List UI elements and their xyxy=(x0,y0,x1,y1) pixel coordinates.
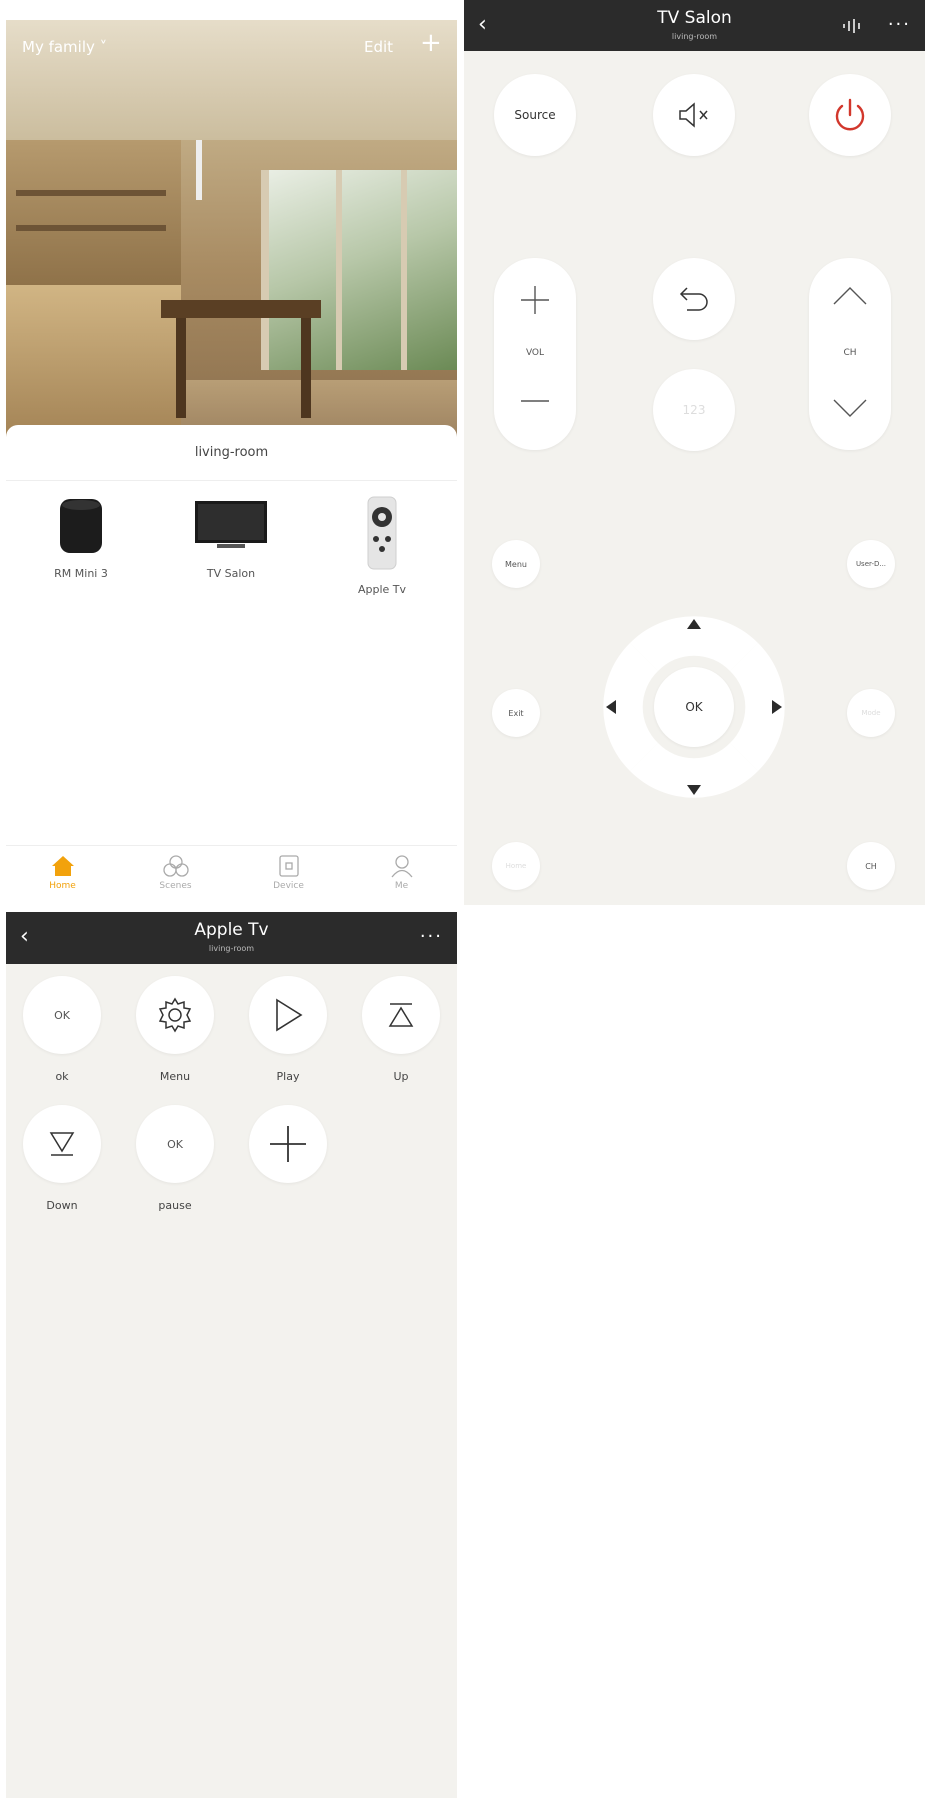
user-defined-button[interactable]: User-D... xyxy=(847,540,895,588)
room-photo xyxy=(6,20,457,437)
number-button[interactable]: 123 xyxy=(653,369,735,451)
tab-scenes[interactable]: Scenes xyxy=(119,854,232,891)
exit-label: Exit xyxy=(508,708,524,718)
vol-label: VOL xyxy=(525,348,545,358)
more-icon[interactable]: ··· xyxy=(888,14,911,35)
device-label: TV Salon xyxy=(206,567,256,580)
rm-mini-hub-icon xyxy=(60,499,102,553)
channel-pill: CH xyxy=(809,258,891,450)
tab-home[interactable]: Home xyxy=(6,854,119,891)
ch-small-label: CH xyxy=(865,861,877,871)
ok-label: OK xyxy=(685,700,703,714)
tab-bar: Home Scenes Device Me xyxy=(6,845,457,910)
ok-button[interactable]: OK xyxy=(654,667,734,747)
person-icon xyxy=(390,855,413,878)
channel-down-icon[interactable] xyxy=(830,396,870,420)
apple-tv-screen: ‹ Apple Tv living-room ··· OK ok Menu Pl… xyxy=(6,912,457,1798)
volume-pill: VOL xyxy=(494,258,576,450)
channel-up-icon[interactable] xyxy=(830,284,870,308)
page-title: Apple Tv xyxy=(194,920,269,940)
nav-bar: ‹ Apple Tv living-room ··· xyxy=(6,912,457,964)
tab-device[interactable]: Device xyxy=(232,854,345,891)
plus-icon xyxy=(270,1126,306,1162)
voice-icon[interactable] xyxy=(841,18,863,34)
key-label: Down xyxy=(46,1199,78,1212)
down-key[interactable] xyxy=(23,1105,101,1183)
scenes-icon xyxy=(162,855,189,877)
tab-label: Device xyxy=(273,881,304,891)
add-button[interactable]: + xyxy=(420,30,442,56)
pause-key[interactable]: OK xyxy=(136,1105,214,1183)
user-label: User-D... xyxy=(855,560,887,568)
ch-small-button[interactable]: CH xyxy=(847,842,895,890)
remote-control-icon xyxy=(367,496,397,570)
device-tv-salon[interactable]: TV Salon xyxy=(166,495,296,580)
play-icon xyxy=(276,998,303,1032)
edit-button[interactable]: Edit xyxy=(364,38,393,56)
number-label: 123 xyxy=(682,403,706,417)
up-key[interactable] xyxy=(362,976,440,1054)
mode-button[interactable]: Mode xyxy=(847,689,895,737)
key-inner-label: OK xyxy=(167,1137,183,1151)
gear-icon xyxy=(158,997,192,1033)
volume-up-icon[interactable] xyxy=(517,282,553,318)
tv-remote-screen: ‹ TV Salon living-room ··· Source VOL 12… xyxy=(464,0,925,905)
mode-label: Mode xyxy=(861,709,881,717)
down-icon xyxy=(49,1132,75,1156)
nav-bar: ‹ TV Salon living-room ··· xyxy=(464,0,925,51)
page-subtitle: living-room xyxy=(208,944,255,953)
key-label: pause xyxy=(158,1199,192,1212)
room-card: living-room RM Mini 3 TV Salon Apple Tv xyxy=(6,425,457,910)
key-label: Menu xyxy=(159,1070,191,1083)
tab-me[interactable]: Me xyxy=(345,854,457,891)
power-icon xyxy=(835,98,865,131)
home-icon xyxy=(51,856,74,876)
device-label: RM Mini 3 xyxy=(54,567,108,580)
tv-icon xyxy=(195,501,267,548)
volume-down-icon[interactable] xyxy=(517,396,553,406)
device-label: Apple Tv xyxy=(357,583,407,596)
device-icon xyxy=(278,855,299,877)
room-name: living-room xyxy=(194,445,269,460)
more-icon[interactable]: ··· xyxy=(420,926,443,947)
home-key-button[interactable]: Home xyxy=(492,842,540,890)
ok-key[interactable]: OK xyxy=(23,976,101,1054)
ch-label: CH xyxy=(843,348,857,358)
return-button[interactable] xyxy=(653,258,735,340)
menu-button[interactable]: Menu xyxy=(492,540,540,588)
device-apple-tv[interactable]: Apple Tv xyxy=(317,495,447,596)
home-key-label: Home xyxy=(505,862,527,870)
menu-label: Menu xyxy=(505,559,527,569)
return-icon xyxy=(679,287,708,311)
home-screen: My family ˅ Edit + living-room RM Mini 3… xyxy=(6,20,457,910)
tab-label: Me xyxy=(394,881,409,891)
family-selector[interactable]: My family ˅ xyxy=(22,38,107,56)
key-label: Play xyxy=(276,1070,300,1083)
exit-button[interactable]: Exit xyxy=(492,689,540,737)
play-key[interactable] xyxy=(249,976,327,1054)
key-label: Up xyxy=(393,1070,409,1083)
mute-button[interactable] xyxy=(653,74,735,156)
divider xyxy=(6,480,457,481)
menu-key[interactable] xyxy=(136,976,214,1054)
key-label: ok xyxy=(55,1070,69,1083)
device-rm-mini[interactable]: RM Mini 3 xyxy=(16,495,146,580)
source-label: Source xyxy=(514,108,556,122)
mute-icon xyxy=(679,102,708,128)
add-key-button[interactable] xyxy=(249,1105,327,1183)
source-button[interactable]: Source xyxy=(494,74,576,156)
tab-label: Home xyxy=(49,881,76,891)
power-button[interactable] xyxy=(809,74,891,156)
key-inner-label: OK xyxy=(54,1008,70,1022)
tab-label: Scenes xyxy=(159,881,192,891)
up-icon xyxy=(388,1003,414,1027)
